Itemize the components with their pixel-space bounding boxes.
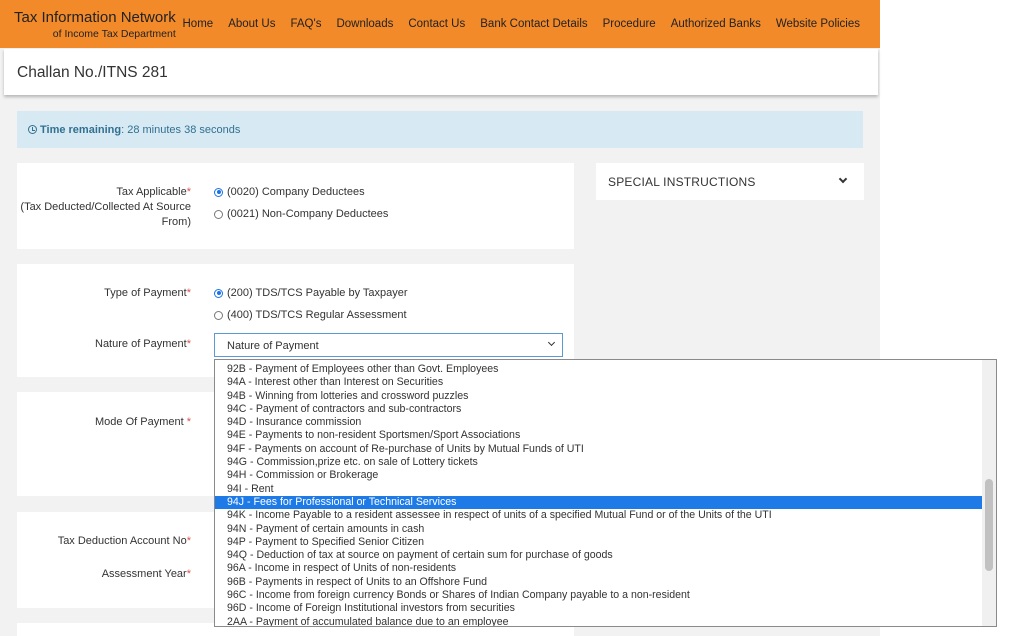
radio-company-deductees[interactable]: (0020) Company Deductees [214, 186, 365, 198]
dropdown-option[interactable]: 94P - Payment to Specified Senior Citize… [215, 536, 983, 549]
radio-selected-icon[interactable] [214, 187, 223, 197]
dropdown-option[interactable]: 94K - Income Payable to a resident asses… [215, 509, 983, 522]
dropdown-option[interactable]: 96C - Income from foreign currency Bonds… [215, 589, 983, 602]
chevron-down-icon[interactable] [838, 174, 848, 184]
dropdown-option[interactable]: 94Q - Deduction of tax at source on paym… [215, 549, 983, 562]
logo-subtitle: of Income Tax Department [52, 28, 176, 40]
dropdown-option[interactable]: 94I - Rent [215, 483, 983, 496]
nature-of-payment-selected-value: Nature of Payment [227, 340, 319, 352]
tax-applicable-label: Tax Applicable* (Tax Deducted/Collected … [20, 186, 191, 228]
page-title: Challan No./ITNS 281 [17, 64, 168, 81]
dropdown-scrollbar-thumb[interactable] [985, 479, 993, 571]
dropdown-options-list: 92B - Payment of Employees other than Go… [215, 363, 983, 626]
dropdown-option[interactable]: 2AA - Payment of accumulated balance due… [215, 616, 983, 626]
dropdown-option[interactable]: 94F - Payments on account of Re-purchase… [215, 443, 983, 456]
time-remaining-text: Time remaining: 28 minutes 38 seconds [28, 124, 240, 136]
page-title-bar: Challan No./ITNS 281 [4, 49, 878, 95]
clock-icon [28, 125, 37, 134]
nav-authorized-banks[interactable]: Authorized Banks [671, 18, 761, 30]
tax-applicable-section: Tax Applicable* (Tax Deducted/Collected … [17, 163, 574, 249]
logo-title: Tax Information Network [14, 9, 176, 26]
nav-about-us[interactable]: About Us [228, 18, 275, 30]
site-logo[interactable]: Tax Information Network of Income Tax De… [14, 9, 176, 41]
nature-of-payment-select[interactable]: Nature of Payment [214, 333, 563, 357]
time-remaining-label: Time remaining [40, 124, 122, 136]
main-nav: Home About Us FAQ's Downloads Contact Us… [168, 18, 861, 30]
dropdown-option[interactable]: 94B - Winning from lotteries and crosswo… [215, 390, 983, 403]
radio-unselected-icon[interactable] [214, 310, 223, 320]
type-of-payment-label: Type of Payment* [104, 287, 191, 299]
radio-selected-icon[interactable] [214, 288, 223, 298]
time-remaining-value: : 28 minutes 38 seconds [121, 124, 241, 136]
special-instructions-toggle[interactable]: SPECIAL INSTRUCTIONS [596, 163, 864, 200]
dropdown-option[interactable]: 94H - Commission or Brokerage [215, 469, 983, 482]
dropdown-option[interactable]: 94J - Fees for Professional or Technical… [215, 495, 983, 510]
nav-website-policies[interactable]: Website Policies [776, 18, 860, 30]
radio-tds-payable-by-taxpayer[interactable]: (200) TDS/TCS Payable by Taxpayer [214, 287, 408, 299]
radio-unselected-icon[interactable] [214, 209, 223, 219]
assessment-year-label: Assessment Year* [101, 568, 191, 580]
site-header: Tax Information Network of Income Tax De… [0, 0, 880, 48]
dropdown-scrollbar[interactable] [982, 360, 996, 626]
nav-procedure[interactable]: Procedure [603, 18, 656, 30]
dropdown-option[interactable]: 94E - Payments to non-resident Sportsmen… [215, 429, 983, 442]
nav-downloads[interactable]: Downloads [336, 18, 393, 30]
tan-label: Tax Deduction Account No* [57, 535, 191, 547]
nature-of-payment-dropdown[interactable]: 92B - Payment of Employees other than Go… [214, 359, 997, 627]
dropdown-option[interactable]: 96A - Income in respect of Units of non-… [215, 562, 983, 575]
dropdown-option[interactable]: 94C - Payment of contractors and sub-con… [215, 403, 983, 416]
nav-bank-contact-details[interactable]: Bank Contact Details [480, 18, 587, 30]
dropdown-option[interactable]: 94D - Insurance commission [215, 416, 983, 429]
dropdown-option[interactable]: 96D - Income of Foreign Institutional in… [215, 602, 983, 615]
dropdown-option[interactable]: 94A - Interest other than Interest on Se… [215, 376, 983, 389]
dropdown-option[interactable]: 96B - Payments in respect of Units to an… [215, 576, 983, 589]
nav-faqs[interactable]: FAQ's [291, 18, 322, 30]
dropdown-option[interactable]: 92B - Payment of Employees other than Go… [215, 363, 983, 376]
nav-home[interactable]: Home [183, 18, 214, 30]
special-instructions-label: SPECIAL INSTRUCTIONS [608, 175, 756, 189]
time-remaining-banner: Time remaining: 28 minutes 38 seconds [17, 111, 863, 148]
mode-of-payment-label: Mode Of Payment * [95, 416, 191, 428]
nature-of-payment-label: Nature of Payment* [95, 338, 191, 350]
radio-non-company-deductees[interactable]: (0021) Non-Company Deductees [214, 208, 388, 220]
radio-tds-regular-assessment[interactable]: (400) TDS/TCS Regular Assessment [214, 309, 407, 321]
dropdown-option[interactable]: 94G - Commission,prize etc. on sale of L… [215, 456, 983, 469]
chevron-down-icon[interactable] [547, 338, 556, 347]
dropdown-option[interactable]: 94N - Payment of certain amounts in cash [215, 523, 983, 536]
nav-contact-us[interactable]: Contact Us [408, 18, 465, 30]
